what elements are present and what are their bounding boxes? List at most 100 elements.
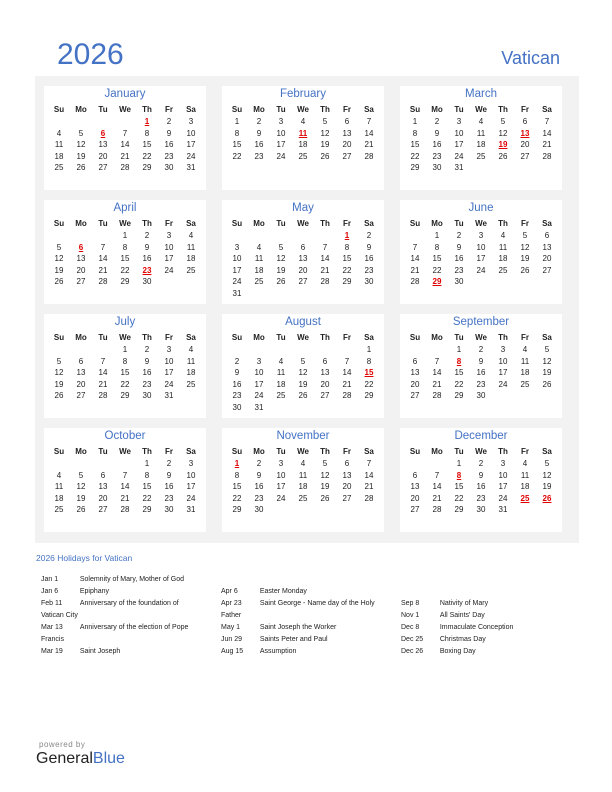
- holiday-item: Apr 6 Easter Monday: [221, 586, 381, 598]
- day-cell: 9: [166, 128, 172, 138]
- month-name: September: [452, 316, 510, 328]
- day-cell: 8: [122, 356, 128, 366]
- weekday-header: Th: [498, 218, 508, 228]
- day-cell: 22: [432, 265, 442, 275]
- holiday-date: Jan 1: [41, 576, 59, 583]
- day-cell: 13: [98, 140, 108, 150]
- month-table: Su Mo Tu We Th Fr Sa 1 2 3 4 5 6 7 8 9 10 11 12 13 14 15 16 17 1…: [48, 444, 202, 516]
- holiday-day: 13: [520, 128, 530, 138]
- day-cell: 3: [278, 459, 284, 469]
- weekday-header: Th: [142, 104, 152, 114]
- weekday-header: We: [475, 446, 487, 456]
- day-cell: 20: [410, 379, 420, 389]
- holidays-column: Jan 1 Solemnity of Mary, Mother of God Ja…: [41, 574, 201, 658]
- day-cell: 22: [232, 151, 242, 161]
- weekday-header: We: [297, 218, 309, 228]
- holiday-item: Dec 26 Boxing Day: [401, 646, 571, 658]
- day-cell: 16: [476, 368, 486, 378]
- holiday-date: Feb 11: [41, 600, 63, 607]
- day-cell: 16: [254, 140, 264, 150]
- day-cell: 28: [98, 391, 108, 401]
- day-cell: 20: [542, 254, 552, 264]
- day-cell: 19: [54, 379, 64, 389]
- day-cell: 18: [276, 379, 286, 389]
- day-cell: 3: [478, 231, 484, 241]
- day-cell: 14: [432, 368, 442, 378]
- day-cell: 19: [542, 368, 552, 378]
- holiday-item: Aug 15 Assumption: [221, 646, 381, 658]
- month-name: August: [285, 316, 321, 328]
- day-cell: 21: [432, 379, 442, 389]
- day-cell: 23: [164, 151, 174, 161]
- holiday-name: All Saints' Day: [439, 612, 485, 619]
- day-cell: 2: [144, 345, 150, 355]
- day-cell: 7: [344, 356, 350, 366]
- day-cell: 31: [454, 163, 464, 173]
- day-cell: 9: [234, 368, 240, 378]
- empty-cell: [92, 344, 114, 356]
- month-table: Su Mo Tu We Th Fr Sa 1 2 3 4 5 6 7 8 9 10 11 12 13 14 15 16 17 1…: [226, 216, 380, 299]
- weekday-header: Tu: [454, 218, 464, 228]
- day-cell: 1: [122, 231, 128, 241]
- empty-cell: [248, 344, 270, 356]
- day-cell: 6: [344, 117, 350, 127]
- day-cell: 7: [434, 470, 440, 480]
- month-table: Su Mo Tu We Th Fr Sa 1 2 3 4 5 6 7 8 9 10 11 12 13 14 15 16 17 1…: [404, 216, 558, 288]
- day-cell: 6: [78, 356, 84, 366]
- holiday-date: Sep 8: [401, 600, 420, 607]
- day-cell: 9: [166, 470, 172, 480]
- month-december: December Su Mo Tu We Th Fr Sa 1 2 3 4 5 6 7 8 9 10 11 12 13 1…: [400, 428, 562, 532]
- weekday-header: Fr: [521, 104, 529, 114]
- day-cell: 20: [98, 151, 108, 161]
- day-cell: 1: [456, 459, 462, 469]
- empty-cell: [48, 458, 70, 470]
- day-cell: 28: [432, 505, 442, 515]
- empty-cell: [292, 230, 314, 242]
- weekday-header: Su: [231, 218, 243, 228]
- day-cell: 3: [234, 242, 240, 252]
- day-cell: 13: [342, 470, 352, 480]
- day-cell: 10: [186, 470, 196, 480]
- empty-cell: [70, 458, 92, 470]
- day-cell: 22: [120, 379, 130, 389]
- weekday-header: Su: [231, 446, 243, 456]
- day-cell: 8: [234, 470, 240, 480]
- day-cell: 26: [320, 151, 330, 161]
- weekday-header: Sa: [542, 446, 552, 456]
- day-cell: 27: [76, 277, 86, 287]
- day-cell: 31: [164, 391, 174, 401]
- day-cell: 16: [142, 254, 152, 264]
- day-cell: 17: [498, 482, 508, 492]
- day-cell: 15: [410, 140, 420, 150]
- weekday-header: Th: [320, 332, 330, 342]
- day-cell: 21: [98, 265, 108, 275]
- holiday-name: Saint Joseph: [79, 648, 121, 655]
- day-cell: 23: [254, 493, 264, 503]
- day-cell: 29: [454, 505, 464, 515]
- holidays-column: Sep 8 Nativity of Mary Nov 1 All Saints' …: [401, 598, 571, 658]
- day-cell: 27: [342, 151, 352, 161]
- day-cell: 11: [498, 242, 508, 252]
- day-cell: 18: [498, 254, 508, 264]
- day-cell: 2: [478, 459, 484, 469]
- weekday-header: We: [119, 446, 131, 456]
- month-name: March: [465, 88, 497, 100]
- day-cell: 2: [478, 345, 484, 355]
- day-cell: 24: [498, 493, 508, 503]
- empty-cell: [92, 458, 114, 470]
- weekday-header: Tu: [454, 104, 464, 114]
- day-cell: 26: [54, 391, 64, 401]
- month-july: July Su Mo Tu We Th Fr Sa 1 2 3 4 5 6 7 8 9 10 11 12 13 14 15 1…: [44, 314, 206, 418]
- holiday-item: Dec 8 Immaculate Conception: [401, 622, 571, 634]
- empty-cell: [426, 458, 448, 470]
- weekday-header: Su: [409, 104, 421, 114]
- day-cell: 3: [166, 345, 172, 355]
- empty-cell: [114, 458, 136, 470]
- holiday-item: Jan 1 Solemnity of Mary, Mother of God: [41, 574, 201, 586]
- day-cell: 14: [98, 368, 108, 378]
- month-table: Su Mo Tu We Th Fr Sa 1 2 3 4 5 6 7 8 9 10 11 12 13 14 15 16 17 1…: [404, 444, 558, 516]
- holiday-name: Assumption: [259, 648, 297, 655]
- day-cell: 28: [364, 151, 374, 161]
- holiday-day: 15: [364, 368, 374, 378]
- day-cell: 19: [76, 151, 86, 161]
